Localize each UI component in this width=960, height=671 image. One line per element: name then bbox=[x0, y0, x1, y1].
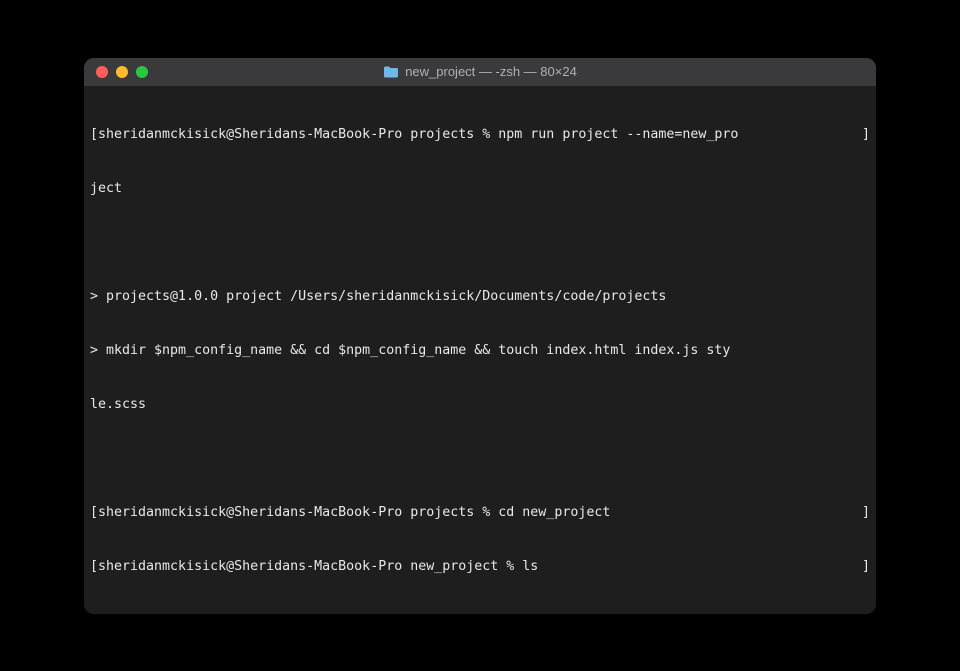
terminal-line: > projects@1.0.0 project /Users/sheridan… bbox=[90, 288, 870, 306]
terminal-line: > mkdir $npm_config_name && cd $npm_conf… bbox=[90, 342, 870, 360]
bracket-right: ] bbox=[858, 504, 870, 522]
close-button[interactable] bbox=[96, 66, 108, 78]
terminal-blank-line bbox=[90, 234, 870, 252]
window-titlebar[interactable]: new_project — -zsh — 80×24 bbox=[84, 58, 876, 86]
terminal-blank-line bbox=[90, 450, 870, 468]
terminal-line: ject bbox=[90, 180, 870, 198]
prompt-command: [sheridanmckisick@Sheridans-MacBook-Pro … bbox=[90, 126, 738, 144]
terminal-output[interactable]: [sheridanmckisick@Sheridans-MacBook-Pro … bbox=[84, 86, 876, 614]
terminal-line: [sheridanmckisick@Sheridans-MacBook-Pro … bbox=[90, 504, 870, 522]
terminal-line: index.html index.js style.scss bbox=[90, 612, 870, 614]
prompt-command: [sheridanmckisick@Sheridans-MacBook-Pro … bbox=[90, 504, 610, 522]
terminal-window: new_project — -zsh — 80×24 [sheridanmcki… bbox=[84, 58, 876, 614]
bracket-right: ] bbox=[858, 558, 870, 576]
window-title: new_project — -zsh — 80×24 bbox=[84, 64, 876, 79]
terminal-line: [sheridanmckisick@Sheridans-MacBook-Pro … bbox=[90, 558, 870, 576]
window-title-text: new_project — -zsh — 80×24 bbox=[405, 64, 577, 79]
minimize-button[interactable] bbox=[116, 66, 128, 78]
terminal-line: le.scss bbox=[90, 396, 870, 414]
maximize-button[interactable] bbox=[136, 66, 148, 78]
prompt-command: [sheridanmckisick@Sheridans-MacBook-Pro … bbox=[90, 558, 538, 576]
window-controls bbox=[96, 66, 148, 78]
bracket-right: ] bbox=[858, 126, 870, 144]
terminal-line: [sheridanmckisick@Sheridans-MacBook-Pro … bbox=[90, 126, 870, 144]
folder-icon bbox=[383, 66, 399, 78]
